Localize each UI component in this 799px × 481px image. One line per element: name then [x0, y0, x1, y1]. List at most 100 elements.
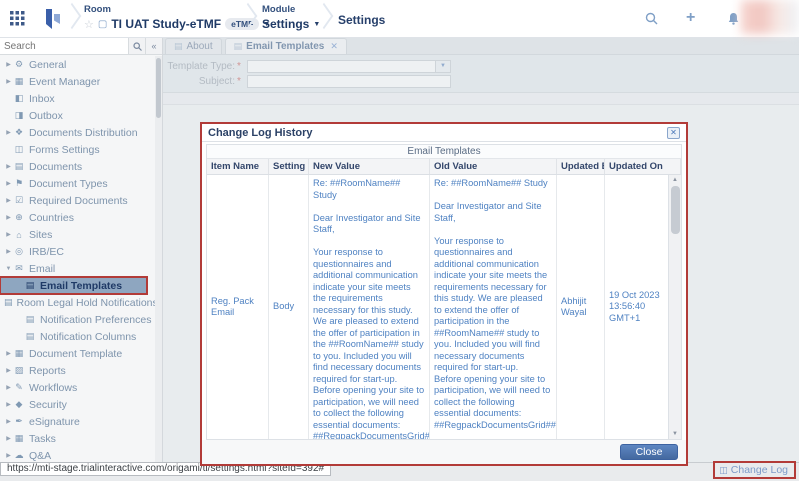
column-header-updated-by[interactable]: Updated By — [557, 159, 605, 174]
notifications-icon[interactable] — [727, 12, 740, 30]
sidebar-item-general[interactable]: ▶⚙General — [0, 56, 155, 73]
column-header-setting[interactable]: Setting — [269, 159, 309, 174]
chevron-down-icon: ▼ — [4, 266, 13, 272]
globe-icon: ⊕ — [13, 212, 25, 223]
add-icon[interactable]: + — [686, 11, 695, 24]
cell-item-name: Reg. Pack Email — [207, 175, 269, 439]
module-label: Module — [262, 4, 320, 15]
chevron-right-icon: ▶ — [4, 180, 13, 187]
chevron-right-icon: ▶ — [4, 435, 13, 442]
star-icon[interactable]: ☆ — [84, 18, 94, 31]
column-header-old-value[interactable]: Old Value — [430, 159, 557, 174]
document-icon: ▤ — [24, 280, 36, 291]
sidebar-item-irb-ec[interactable]: ▶◎IRB/EC — [0, 243, 155, 260]
sidebar-item-forms-settings[interactable]: ◫Forms Settings — [0, 141, 155, 158]
sidebar-scrollbar[interactable] — [155, 56, 162, 462]
search-input[interactable] — [0, 38, 128, 54]
apps-grid-icon[interactable] — [10, 11, 25, 31]
sidebar-item-esignature[interactable]: ▶✒eSignature — [0, 413, 155, 430]
inbox-icon: ◧ — [13, 93, 25, 104]
sidebar-item-reports[interactable]: ▶▨Reports — [0, 362, 155, 379]
sidebar-item-document-types[interactable]: ▶⚑Document Types — [0, 175, 155, 192]
chevron-right-icon: ▶ — [4, 452, 13, 459]
chevron-right-icon: ▶ — [4, 384, 13, 391]
table-scrollbar[interactable]: ▲ ▼ — [668, 175, 681, 439]
document-icon: ▤ — [4, 297, 13, 308]
dialog-footer: Close — [202, 440, 686, 464]
sidebar-item-inbox[interactable]: ◧Inbox — [0, 90, 155, 107]
chevron-right-icon: ▶ — [4, 231, 13, 238]
user-avatar-blurred[interactable] — [741, 0, 799, 34]
sidebar-item-countries[interactable]: ▶⊕Countries — [0, 209, 155, 226]
chevron-right-icon: ▶ — [4, 350, 13, 357]
sidebar-item-document-template[interactable]: ▶▦Document Template — [0, 345, 155, 362]
column-header-updated-on[interactable]: Updated On — [605, 159, 681, 174]
sidebar-item-email[interactable]: ▼✉Email — [0, 260, 155, 277]
irb-icon: ◎ — [13, 246, 25, 257]
dialog-title: Change Log History — [208, 127, 313, 139]
room-icon: ▢ — [98, 19, 107, 30]
table-header-row: Item Name Setting New Value Old Value Up… — [207, 159, 681, 175]
signature-icon: ✒ — [13, 416, 25, 427]
sidebar-item-required-documents[interactable]: ▶☑Required Documents — [0, 192, 155, 209]
cell-new-value: Re: ##RoomName## Study Dear Investigator… — [309, 175, 430, 439]
sidebar-search-bar: « — [0, 38, 162, 55]
cell-updated-on: 19 Oct 2023 13:56:40 GMT+1 — [605, 175, 668, 439]
chevron-right-icon: ▶ — [4, 248, 13, 255]
sidebar-item-outbox[interactable]: ◨Outbox — [0, 107, 155, 124]
scroll-down-icon[interactable]: ▼ — [672, 429, 678, 439]
forms-icon: ◫ — [13, 144, 25, 155]
chevron-right-icon: ▶ — [4, 61, 13, 68]
change-log-button[interactable]: ◫ Change Log — [713, 461, 796, 479]
sites-icon: ⌂ — [13, 230, 25, 240]
table-row[interactable]: Reg. Pack Email Body Re: ##RoomName## St… — [207, 175, 681, 439]
key-icon: ◆ — [13, 399, 25, 410]
column-header-item-name[interactable]: Item Name — [207, 159, 269, 174]
breadcrumb-chevron — [63, 3, 82, 30]
required-documents-icon: ☑ — [13, 195, 25, 206]
documents-icon: ▤ — [13, 161, 25, 172]
chevron-right-icon: ▶ — [4, 78, 13, 85]
sidebar-item-room-legal-hold-notifications[interactable]: ▤Room Legal Hold Notifications — [0, 294, 155, 311]
chevron-right-icon: ▶ — [4, 163, 13, 170]
gear-icon: ⚙ — [13, 59, 25, 70]
sidebar-item-notification-columns[interactable]: ▤Notification Columns — [0, 328, 155, 345]
close-button[interactable]: Close — [620, 444, 678, 460]
sidebar-item-tasks[interactable]: ▶▦Tasks — [0, 430, 155, 447]
search-icon[interactable] — [645, 12, 658, 30]
room-name: TI UAT Study-eTMF — [111, 17, 221, 31]
scrollbar-thumb[interactable] — [156, 58, 161, 118]
sidebar-item-notification-preferences[interactable]: ▤Notification Preferences — [0, 311, 155, 328]
chevron-right-icon: ▶ — [4, 401, 13, 408]
sidebar-item-sites[interactable]: ▶⌂Sites — [0, 226, 155, 243]
page-title: Settings — [338, 13, 385, 27]
pen-icon: ✎ — [13, 382, 25, 393]
table-group-header: Email Templates — [207, 145, 681, 159]
sidebar-item-workflows[interactable]: ▶✎Workflows — [0, 379, 155, 396]
change-log-history-dialog: Change Log History ✕ Email Templates Ite… — [200, 122, 688, 466]
calendar-icon: ▦ — [13, 76, 25, 87]
sidebar-item-event-manager[interactable]: ▶▦Event Manager — [0, 73, 155, 90]
chevron-right-icon: ▶ — [4, 129, 13, 136]
tasks-icon: ▦ — [13, 433, 25, 444]
sidebar-item-documents-distribution[interactable]: ▶❖Documents Distribution — [0, 124, 155, 141]
table-icon: ▦ — [13, 348, 25, 359]
scroll-up-icon[interactable]: ▲ — [672, 175, 678, 185]
sidebar-item-documents[interactable]: ▶▤Documents — [0, 158, 155, 175]
tag-icon: ⚑ — [13, 178, 25, 189]
cell-old-value: Re: ##RoomName## Study Dear Investigator… — [430, 175, 557, 439]
module-name: Settings — [262, 17, 309, 31]
dialog-close-icon[interactable]: ✕ — [667, 127, 680, 139]
distribution-icon: ❖ — [13, 127, 25, 138]
sidebar-item-qa[interactable]: ▶☁Q&A — [0, 447, 155, 462]
column-header-new-value[interactable]: New Value — [309, 159, 430, 174]
sidebar-item-security[interactable]: ▶◆Security — [0, 396, 155, 413]
search-go-icon[interactable] — [128, 38, 145, 54]
module-selector[interactable]: Settings ▼ — [262, 17, 320, 31]
outbox-icon: ◨ — [13, 110, 25, 121]
collapse-sidebar-icon[interactable]: « — [145, 38, 162, 54]
sidebar-item-email-templates[interactable]: ▤Email Templates — [0, 277, 147, 294]
change-log-table: Email Templates Item Name Setting New Va… — [206, 144, 682, 440]
settings-tree: ▶⚙General ▶▦Event Manager ◧Inbox ◨Outbox… — [0, 56, 155, 462]
scrollbar-thumb[interactable] — [671, 186, 680, 234]
